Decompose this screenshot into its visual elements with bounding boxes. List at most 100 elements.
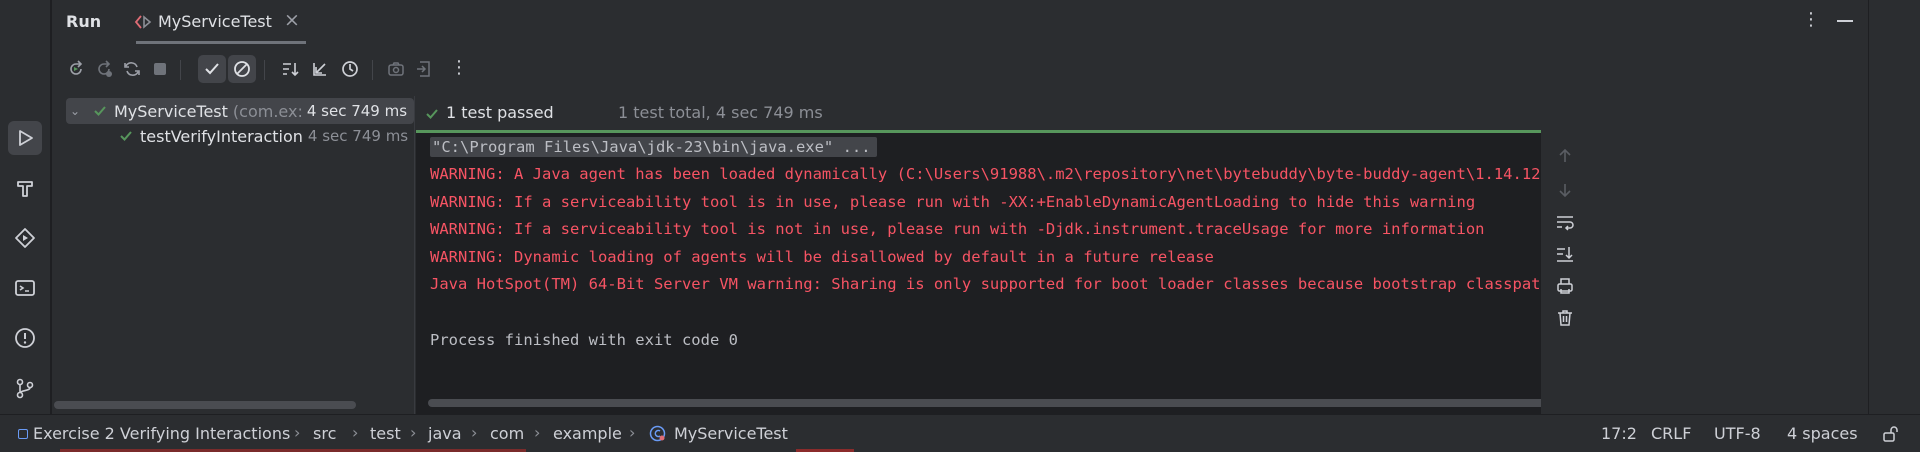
scroll-up-button[interactable]	[1554, 145, 1576, 167]
services-icon	[15, 228, 35, 248]
console-header: 1 test passed 1 test total, 4 sec 749 ms	[416, 96, 1868, 132]
print-icon	[1557, 278, 1573, 294]
test-passed-icon	[120, 131, 132, 141]
run-icon	[19, 130, 33, 146]
right-tool-strip	[1868, 0, 1920, 414]
console-output[interactable]: "C:\Program Files\Java\jdk-23\bin\java.e…	[416, 133, 1541, 414]
console-line: WARNING: A Java agent has been loaded dy…	[430, 165, 1541, 183]
git-tool-button[interactable]	[8, 371, 42, 405]
tool-window-title: Run	[66, 12, 102, 31]
show-passed-button[interactable]	[198, 55, 226, 83]
test-status-text: 1 test passed	[446, 103, 554, 122]
cursor-position[interactable]: 17:2	[1601, 424, 1637, 443]
soft-wrap-button[interactable]	[1554, 211, 1576, 233]
breadcrumb-java[interactable]: java	[428, 424, 462, 443]
test-class-icon	[649, 425, 666, 442]
build-icon	[17, 181, 33, 197]
export-icon	[417, 61, 430, 77]
breadcrumb-test[interactable]: test	[370, 424, 401, 443]
scroll-to-end-icon	[1557, 247, 1573, 262]
export-button[interactable]	[410, 55, 438, 83]
git-icon	[16, 378, 34, 399]
line-ending[interactable]: CRLF	[1651, 424, 1691, 443]
sort-button[interactable]	[276, 55, 304, 83]
screenshot-icon	[388, 62, 404, 76]
history-button[interactable]	[336, 55, 364, 83]
more-options-icon[interactable]: ⋮	[1802, 9, 1820, 30]
rerun-failed-icon	[98, 60, 112, 77]
services-tool-button[interactable]	[8, 221, 42, 255]
console-line: Java HotSpot(TM) 64-Bit Server VM warnin…	[430, 275, 1541, 293]
build-tool-button[interactable]	[8, 171, 42, 205]
breadcrumb-class[interactable]: MyServiceTest	[674, 424, 788, 443]
arrow-down-icon	[1559, 184, 1571, 198]
test-summary-text: 1 test total, 4 sec 749 ms	[618, 103, 823, 122]
lock-icon[interactable]	[1882, 425, 1900, 443]
chevron-right-icon: ›	[534, 423, 541, 442]
test-run-config-icon	[134, 15, 152, 29]
tree-root-package: (com.ex:	[232, 101, 303, 121]
file-encoding[interactable]: UTF-8	[1714, 424, 1761, 443]
tree-row-root[interactable]: ⌄ MyServiceTest (com.ex: 4 sec 749 ms	[66, 98, 414, 124]
terminal-icon	[15, 280, 35, 296]
rerun-icon	[70, 60, 83, 75]
run-toolbar: ⋮	[52, 52, 1868, 88]
close-tab-icon[interactable]: ×	[284, 9, 300, 31]
trash-icon	[1558, 310, 1572, 326]
show-ignored-button[interactable]	[228, 55, 256, 83]
toolbar-separator	[372, 60, 373, 80]
rerun-failed-button[interactable]	[90, 55, 118, 83]
chevron-right-icon: ›	[352, 423, 359, 442]
print-button[interactable]	[1554, 275, 1576, 297]
test-tree: ⌄ MyServiceTest (com.ex: 4 sec 749 ms te…	[52, 96, 415, 414]
active-tab-indicator	[136, 41, 306, 44]
tree-horizontal-scrollbar[interactable]	[54, 401, 356, 409]
tree-child-time: 4 sec 749 ms	[307, 127, 409, 145]
console-line: WARNING: If a serviceability tool is in …	[430, 193, 1476, 211]
tree-root-name: MyServiceTest	[114, 101, 228, 121]
soft-wrap-icon	[1557, 216, 1574, 231]
rerun-button[interactable]	[62, 55, 90, 83]
sort-icon	[283, 63, 299, 77]
show-ignored-icon	[234, 61, 250, 77]
chevron-right-icon: ›	[471, 423, 478, 442]
console-line: WARNING: Dynamic loading of agents will …	[430, 248, 1214, 266]
run-tab-label[interactable]: MyServiceTest	[158, 12, 272, 31]
breadcrumb-com[interactable]: com	[490, 424, 524, 443]
terminal-tool-button[interactable]	[8, 271, 42, 305]
toolbar-more-icon[interactable]: ⋮	[450, 57, 468, 78]
scroll-down-button[interactable]	[1554, 179, 1576, 201]
console-command-line[interactable]: "C:\Program Files\Java\jdk-23\bin\java.e…	[430, 137, 877, 157]
chevron-right-icon: ›	[629, 423, 636, 442]
project-icon	[18, 429, 28, 439]
problems-icon	[15, 328, 35, 348]
problems-tool-button[interactable]	[8, 321, 42, 355]
chevron-down-icon[interactable]: ⌄	[70, 104, 86, 118]
minimize-icon[interactable]	[1837, 20, 1853, 22]
breadcrumb-project[interactable]: Exercise 2 Verifying Interactions	[33, 424, 290, 443]
breadcrumb-src[interactable]: src	[313, 424, 336, 443]
scroll-to-end-button[interactable]	[1554, 243, 1576, 265]
run-tool-button[interactable]	[8, 121, 42, 155]
stop-icon	[154, 63, 166, 75]
tree-root-time: 4 sec 749 ms	[306, 102, 408, 120]
tool-window-header: Run MyServiceTest × ⋮	[52, 0, 1868, 44]
console-exit-line: Process finished with exit code 0	[430, 331, 738, 349]
test-passed-icon	[426, 109, 438, 119]
console-line: WARNING: If a serviceability tool is not…	[430, 220, 1485, 238]
breadcrumb-example[interactable]: example	[553, 424, 622, 443]
arrow-up-icon	[1559, 148, 1571, 162]
collapse-button[interactable]	[306, 55, 334, 83]
run-tool-window: Run MyServiceTest × ⋮ ⋮ ⌄ MyServiceTest …	[52, 0, 1868, 414]
chevron-right-icon: ›	[410, 423, 417, 442]
stop-button[interactable]	[146, 55, 174, 83]
toggle-auto-test-icon	[124, 62, 140, 76]
tree-row-child[interactable]: testVerifyInteraction 4 sec 749 ms	[118, 123, 408, 149]
console-horizontal-scrollbar[interactable]	[428, 399, 1541, 407]
indent-setting[interactable]: 4 spaces	[1787, 424, 1858, 443]
toggle-auto-test-button[interactable]	[118, 55, 146, 83]
screenshot-button[interactable]	[382, 55, 410, 83]
show-passed-icon	[205, 63, 219, 75]
chevron-right-icon: ›	[294, 423, 301, 442]
clear-all-button[interactable]	[1554, 307, 1576, 329]
